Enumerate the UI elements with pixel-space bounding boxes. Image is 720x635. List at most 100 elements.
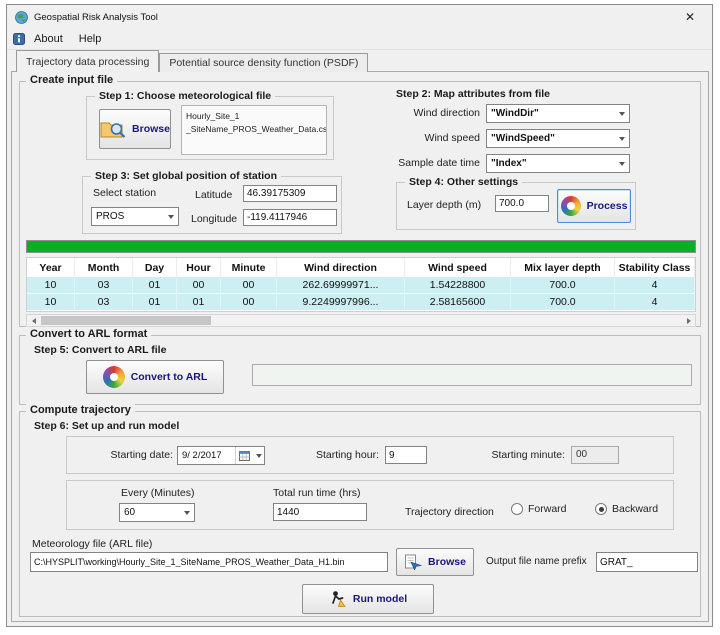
browse-meteorological-file-button[interactable]: Browse	[99, 109, 171, 149]
window-title: Geospatial Risk Analysis Tool	[34, 12, 158, 23]
table-cell: 2.58165600	[405, 294, 511, 311]
convert-progress-bar	[252, 364, 692, 386]
wind-direction-label: Wind direction	[392, 107, 480, 119]
close-button[interactable]: ✕	[676, 10, 704, 24]
start-time-box: Starting date: 9/ 2/2017	[66, 436, 674, 474]
starting-date-label: Starting date:	[95, 449, 173, 461]
run-model-icon	[329, 590, 347, 608]
color-wheel-icon	[103, 366, 125, 388]
calendar-dropdown-button[interactable]	[235, 447, 262, 464]
starting-date-value: 9/ 2/2017	[182, 450, 235, 461]
scroll-left-arrow-icon[interactable]	[27, 315, 40, 326]
every-minutes-label: Every (Minutes)	[121, 487, 195, 499]
table-cell: 01	[177, 294, 221, 311]
meteorology-file-label: Meteorology file (ARL file)	[32, 538, 152, 550]
starting-date-picker[interactable]: 9/ 2/2017	[177, 446, 265, 465]
station-select[interactable]: PROS	[91, 207, 179, 226]
chevron-down-icon	[256, 454, 262, 458]
wind-direction-select[interactable]: "WindDir"	[486, 104, 630, 123]
table-header-row: Year Month Day Hour Minute Wind directio…	[27, 258, 695, 277]
table-cell: 10	[27, 294, 75, 311]
column-header[interactable]: Month	[75, 258, 133, 277]
longitude-field[interactable]	[243, 209, 337, 226]
table-cell: 10	[27, 277, 75, 294]
sample-date-time-select[interactable]: "Index"	[486, 154, 630, 173]
column-header[interactable]: Wind direction	[277, 258, 405, 277]
convert-to-arl-group: Convert to ARL format Step 5: Convert to…	[19, 335, 701, 405]
table-row[interactable]: 10 03 01 00 00 262.69999971... 1.5422880…	[27, 277, 695, 294]
convert-to-arl-title: Convert to ARL format	[26, 328, 151, 340]
menu-help[interactable]: Help	[72, 31, 109, 47]
column-header[interactable]: Minute	[221, 258, 277, 277]
select-station-label: Select station	[93, 187, 156, 199]
menu-about[interactable]: About	[27, 31, 70, 47]
output-prefix-label: Output file name prefix	[486, 556, 587, 567]
meteorological-file-name: Hourly_Site_1 _SiteName_PROS_Weather_Dat…	[181, 105, 327, 155]
column-header[interactable]: Stability Class	[615, 258, 695, 277]
scrollbar-thumb[interactable]	[41, 316, 211, 325]
backward-radio-label: Backward	[612, 503, 658, 515]
scroll-right-arrow-icon[interactable]	[682, 315, 695, 326]
table-cell: 1.54228800	[405, 277, 511, 294]
process-button-label: Process	[587, 200, 628, 212]
total-run-time-label: Total run time (hrs)	[273, 487, 361, 499]
output-prefix-field[interactable]	[596, 552, 698, 572]
weather-data-table: Year Month Day Hour Minute Wind directio…	[26, 257, 696, 312]
screenshot-stage: Geospatial Risk Analysis Tool ✕ About He…	[0, 0, 720, 635]
table-cell: 01	[133, 294, 177, 311]
menu-bar: About Help	[7, 29, 712, 50]
layer-depth-label: Layer depth (m)	[407, 199, 481, 211]
step5-title: Step 5: Convert to ARL file	[34, 344, 166, 356]
total-run-time-field[interactable]	[273, 503, 367, 521]
wind-speed-label: Wind speed	[392, 132, 480, 144]
chevron-down-icon	[619, 112, 625, 116]
every-minutes-select[interactable]: 60	[119, 503, 195, 522]
table-row[interactable]: 10 03 01 01 00 9.2249997996... 2.5816560…	[27, 294, 695, 311]
forward-radio[interactable]: Forward	[511, 503, 567, 515]
layer-depth-field[interactable]	[495, 195, 549, 212]
table-cell: 01	[133, 277, 177, 294]
column-header[interactable]: Day	[133, 258, 177, 277]
run-model-button-label: Run model	[353, 593, 407, 605]
column-header[interactable]: Year	[27, 258, 75, 277]
column-header[interactable]: Wind speed	[405, 258, 511, 277]
browse-arl-file-button[interactable]: Browse	[396, 548, 474, 576]
step6-title: Step 6: Set up and run model	[34, 420, 179, 432]
longitude-label: Longitude	[191, 213, 237, 225]
table-cell: 00	[177, 277, 221, 294]
process-button[interactable]: Process	[557, 189, 631, 223]
starting-hour-label: Starting hour:	[305, 449, 379, 461]
chevron-down-icon	[168, 215, 174, 219]
station-value: PROS	[96, 211, 124, 222]
starting-hour-field[interactable]	[385, 446, 427, 464]
radio-checked-icon	[595, 503, 607, 515]
compute-trajectory-group: Compute trajectory Step 6: Set up and ru…	[19, 411, 701, 617]
table-cell: 262.69999971...	[277, 277, 405, 294]
column-header[interactable]: Hour	[177, 258, 221, 277]
convert-to-arl-button[interactable]: Convert to ARL	[86, 360, 224, 394]
backward-radio[interactable]: Backward	[595, 503, 658, 515]
browse-button-label: Browse	[132, 123, 170, 135]
table-cell: 700.0	[511, 277, 615, 294]
tab-trajectory-data-processing[interactable]: Trajectory data processing	[16, 50, 159, 72]
trajectory-direction-label: Trajectory direction	[405, 506, 494, 518]
browse-arl-button-label: Browse	[428, 556, 466, 568]
tab-psdf[interactable]: Potential source density function (PSDF)	[159, 53, 368, 72]
load-progress-bar	[26, 240, 696, 253]
starting-minute-field: 00	[571, 446, 619, 464]
convert-to-arl-button-label: Convert to ARL	[131, 371, 208, 383]
latitude-field[interactable]	[243, 185, 337, 202]
column-header[interactable]: Mix layer depth	[511, 258, 615, 277]
wind-speed-value: "WindSpeed"	[491, 133, 555, 144]
tab-strip: Trajectory data processing Potential sou…	[16, 50, 368, 72]
wind-speed-select[interactable]: "WindSpeed"	[486, 129, 630, 148]
step2-title: Step 2: Map attributes from file	[396, 88, 550, 100]
table-cell: 00	[221, 294, 277, 311]
step1-title: Step 1: Choose meteorological file	[95, 90, 275, 102]
table-horizontal-scrollbar[interactable]	[26, 314, 696, 327]
compute-trajectory-title: Compute trajectory	[26, 404, 135, 416]
meteorology-file-field[interactable]	[30, 552, 388, 572]
open-file-icon	[404, 554, 422, 570]
run-model-button[interactable]: Run model	[302, 584, 434, 614]
process-pinwheel-icon	[561, 196, 581, 216]
